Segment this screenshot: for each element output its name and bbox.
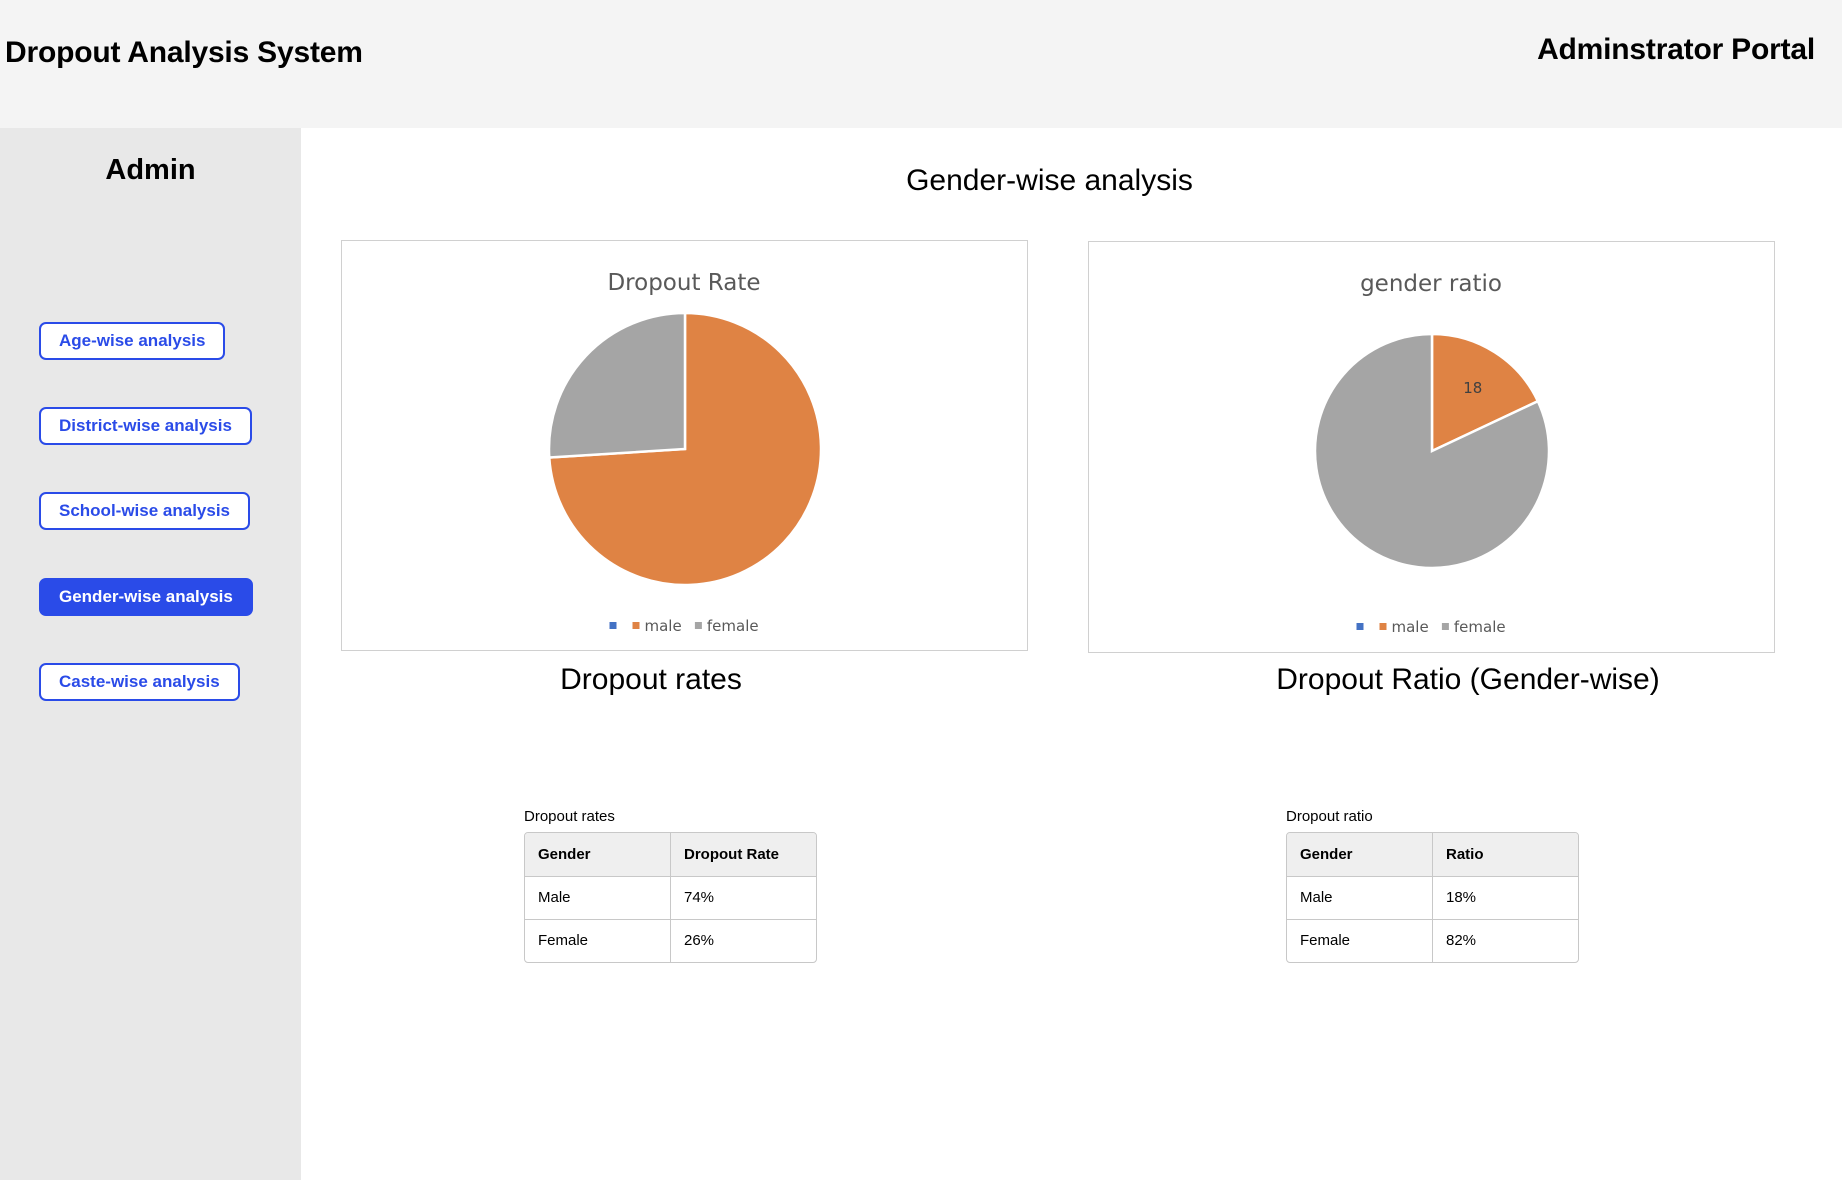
table-cell: 26% [684,932,715,950]
table-cell: Male [1287,876,1433,920]
nav-caste-wise-button[interactable]: Caste-wise analysis [39,663,240,701]
legend-swatch [609,622,617,629]
table-cell: Male [525,876,671,920]
legend-label: male [645,617,682,635]
table-row: Female 26% [525,919,816,962]
ratio-table: Gender Ratio Male 18% Female 82% [1286,832,1579,963]
table-cell: 74% [670,876,816,920]
dropout-rates-caption: Dropout rates [560,663,742,696]
legend-swatch [1441,623,1449,630]
data-label: 18 [1463,379,1482,397]
legend-swatch [694,622,702,629]
table-cell: Female [1287,919,1433,962]
dropout-ratio-caption: Dropout Ratio (Gender-wise) [1276,663,1660,696]
nav-district-wise-button[interactable]: District-wise analysis [39,407,252,445]
table-cell: Female [525,919,671,962]
gender-ratio-chart: gender ratio 18 male female [1088,241,1775,653]
table-header: Ratio [1432,833,1578,877]
legend-label: female [707,617,759,635]
legend-label: female [1454,618,1506,636]
nav-school-wise-button[interactable]: School-wise analysis [39,492,251,530]
page-title: Gender-wise analysis [906,164,1193,197]
ratio-table-caption: Dropout ratio [1286,808,1373,825]
rates-table-caption: Dropout rates [524,808,615,825]
table-header: Dropout Rate [670,833,816,877]
legend-label: male [1392,618,1429,636]
table-header: Gender [1287,833,1433,877]
nav-age-wise-button[interactable]: Age-wise analysis [39,322,226,360]
portal-title: Adminstrator Portal [1537,33,1815,66]
dropout-rate-pie-svg: Dropout Rate male female [547,270,823,635]
sidebar-title: Admin [105,154,196,186]
nav-gender-wise-button[interactable]: Gender-wise analysis [39,578,253,616]
sidebar: Admin Age-wise analysis District-wise an… [0,128,301,1180]
table-cell: 18% [1432,876,1578,920]
legend-swatch [1379,623,1387,630]
legend-swatch [632,622,640,629]
chart-title: Dropout Rate [607,270,760,296]
dropout-rate-chart: Dropout Rate male female [341,240,1028,651]
table-row: Male 74% [525,876,816,920]
rates-table: Gender Dropout Rate Male 74% Female 26% [524,832,817,963]
chart-title: gender ratio [1360,271,1502,297]
header-bar: Dropout Analysis System Adminstrator Por… [0,0,1842,128]
gender-ratio-pie-svg: gender ratio 18 male female [1313,271,1551,636]
table-row: Female 82% [1287,919,1578,962]
app-title: Dropout Analysis System [5,36,363,69]
legend-swatch [1356,623,1364,630]
table-row: Male 18% [1287,876,1578,920]
table-header: Gender [525,833,671,877]
table-cell: 82% [1446,932,1477,950]
pie-slice-female [547,311,687,459]
